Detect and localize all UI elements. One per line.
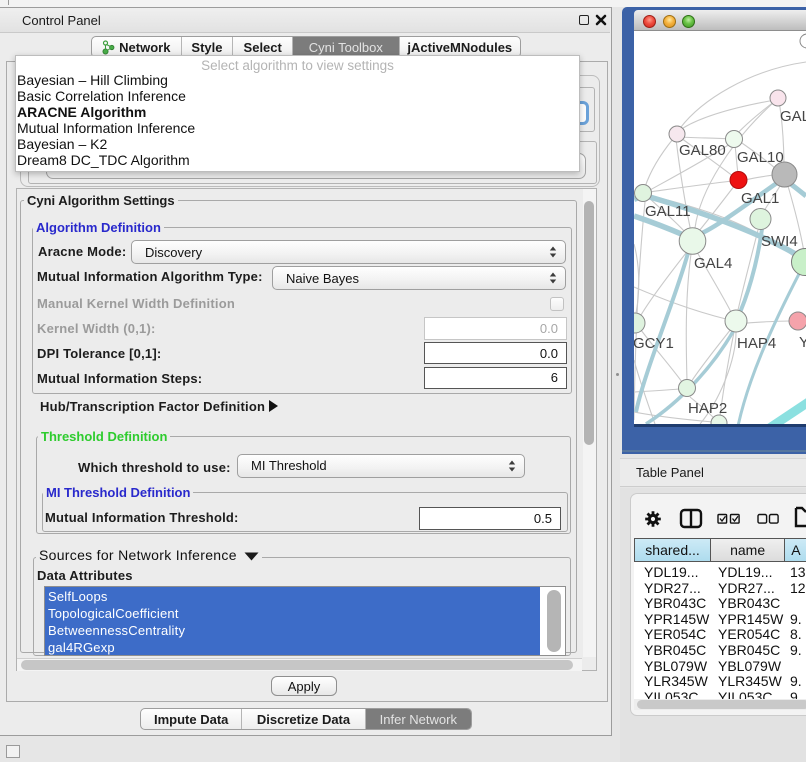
svg-text:HAP2: HAP2 [688, 400, 727, 417]
svg-text:GAL80: GAL80 [679, 142, 726, 159]
svg-text:GAL11: GAL11 [645, 203, 691, 220]
svg-text:GAL7: GAL7 [780, 108, 806, 125]
svg-text:GCY1: GCY1 [634, 335, 674, 352]
svg-text:GAL10: GAL10 [737, 149, 784, 166]
svg-text:Y: Y [799, 334, 806, 351]
svg-text:GAL4: GAL4 [694, 255, 732, 272]
svg-text:SWI4: SWI4 [761, 233, 798, 250]
svg-text:GAL1: GAL1 [741, 190, 779, 207]
svg-text:HAP4: HAP4 [737, 335, 776, 352]
